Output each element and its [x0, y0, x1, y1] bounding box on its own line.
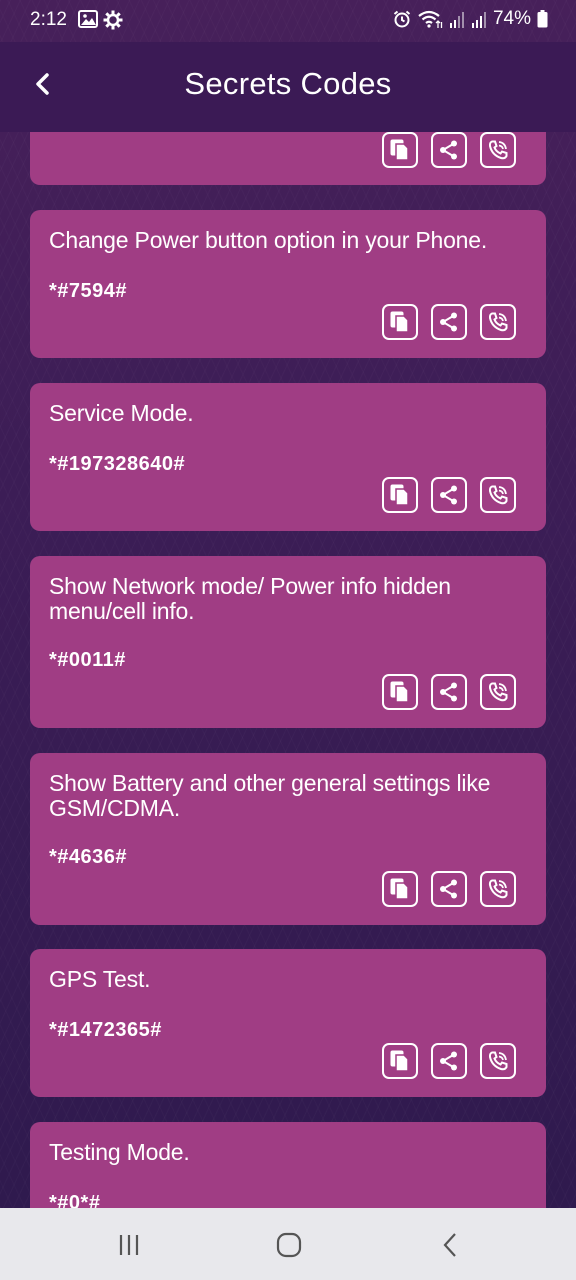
code-card: Service Mode. *#197328640# [30, 383, 546, 531]
dial-button[interactable] [480, 477, 516, 513]
dial-icon [488, 682, 508, 702]
back-icon[interactable] [436, 1230, 466, 1260]
share-button[interactable] [431, 674, 467, 710]
card-actions [382, 304, 516, 340]
copy-icon [390, 878, 409, 900]
code-card: Testing Mode. *#0*# [30, 1122, 546, 1208]
code-description: Change Power button option in your Phone… [49, 227, 488, 253]
dial-button[interactable] [480, 304, 516, 340]
status-bar: 2:12 74% [0, 0, 576, 42]
code-description: Service Mode. [49, 400, 194, 426]
code-value: *#0*# [49, 1192, 101, 1208]
share-icon [440, 879, 457, 899]
signal-icon [471, 12, 486, 28]
share-button[interactable] [431, 304, 467, 340]
battery-percentage: 74% [492, 8, 531, 29]
code-value: *#197328640# [49, 453, 186, 475]
status-right: 74% [393, 8, 548, 30]
code-card: GPS Test. *#1472365# [30, 949, 546, 1097]
code-description: Testing Mode. [49, 1139, 190, 1165]
share-button[interactable] [431, 132, 467, 168]
share-icon [440, 485, 457, 505]
codes-list[interactable]: Change Power button option in your Phone… [0, 132, 576, 1208]
code-description: Show Battery and other general settings … [49, 770, 491, 821]
share-button[interactable] [431, 871, 467, 907]
app-bar: Secrets Codes [0, 42, 576, 132]
card-actions [382, 132, 516, 168]
copy-button[interactable] [382, 304, 418, 340]
dial-button[interactable] [480, 1043, 516, 1079]
code-card [30, 132, 546, 185]
system-nav-bar [0, 1208, 576, 1280]
wifi-icon [418, 10, 443, 28]
page-title: Secrets Codes [184, 66, 392, 101]
copy-button[interactable] [382, 1043, 418, 1079]
dial-icon [488, 1051, 508, 1071]
signal-icon [449, 12, 464, 28]
share-button[interactable] [431, 1043, 467, 1079]
status-time: 2:12 [30, 9, 67, 30]
copy-button[interactable] [382, 674, 418, 710]
share-icon [440, 140, 457, 160]
card-actions [382, 1043, 516, 1079]
code-card: Change Power button option in your Phone… [30, 210, 546, 358]
share-button[interactable] [431, 477, 467, 513]
code-description: Show Network mode/ Power info hidden men… [49, 573, 451, 624]
code-value: *#7594# [49, 280, 128, 302]
card-actions [382, 477, 516, 513]
dial-icon [488, 879, 508, 899]
battery-icon [537, 10, 548, 28]
code-card: Show Network mode/ Power info hidden men… [30, 556, 546, 728]
copy-icon [390, 484, 409, 506]
dial-button[interactable] [480, 871, 516, 907]
copy-icon [390, 1050, 409, 1072]
copy-button[interactable] [382, 132, 418, 168]
code-value: *#4636# [49, 846, 128, 868]
code-value: *#1472365# [49, 1019, 162, 1041]
dial-button[interactable] [480, 674, 516, 710]
alarm-icon [393, 10, 411, 28]
code-description: GPS Test. [49, 966, 151, 992]
recents-icon[interactable] [114, 1230, 144, 1260]
dial-icon [488, 485, 508, 505]
dial-icon [488, 140, 508, 160]
dial-icon [488, 312, 508, 332]
share-icon [440, 1051, 457, 1071]
card-actions [382, 674, 516, 710]
copy-button[interactable] [382, 871, 418, 907]
share-icon [440, 682, 457, 702]
card-actions [382, 871, 516, 907]
dial-button[interactable] [480, 132, 516, 168]
copy-icon [390, 681, 409, 703]
copy-button[interactable] [382, 477, 418, 513]
share-icon [440, 312, 457, 332]
gallery-icon [78, 10, 98, 28]
code-card: Show Battery and other general settings … [30, 753, 546, 925]
home-icon[interactable] [274, 1230, 304, 1260]
code-value: *#0011# [49, 649, 126, 671]
copy-icon [390, 311, 409, 333]
settings-gear-icon [103, 10, 123, 30]
copy-icon [390, 139, 409, 161]
